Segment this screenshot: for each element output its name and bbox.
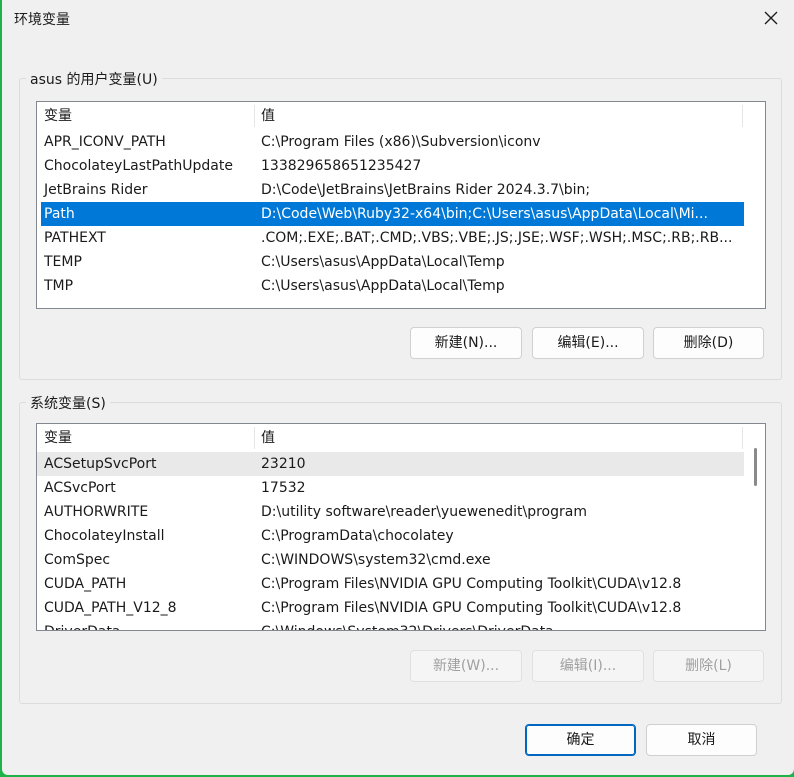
table-row[interactable]: ACSvcPort 17532: [37, 476, 765, 500]
system-edit-button[interactable]: 编辑(I)...: [532, 650, 644, 682]
table-row-selected[interactable]: Path D:\Code\Web\Ruby32-x64\bin;C:\Users\…: [41, 202, 744, 226]
close-button[interactable]: [748, 0, 794, 36]
variable-value: C:\Program Files\NVIDIA GPU Computing To…: [261, 600, 682, 616]
variable-name: DriverData: [44, 620, 121, 630]
table-row[interactable]: ACSetupSvcPort 23210: [37, 452, 744, 476]
column-header-value[interactable]: 值: [254, 102, 742, 130]
user-new-button[interactable]: 新建(N)...: [410, 327, 522, 359]
variable-value: D:\utility software\reader\yuewenedit\pr…: [261, 504, 587, 520]
variable-value: D:\Code\Web\Ruby32-x64\bin;C:\Users\asus…: [261, 206, 708, 222]
variable-name: Path: [44, 206, 75, 222]
table-row[interactable]: TMP C:\Users\asus\AppData\Local\Temp: [37, 274, 765, 298]
table-row[interactable]: JetBrains Rider D:\Code\JetBrains\JetBrai…: [37, 178, 765, 202]
column-header-name[interactable]: 变量: [37, 102, 254, 130]
window-title: 环境变量: [14, 12, 70, 28]
cancel-button[interactable]: 取消: [646, 724, 757, 756]
variable-name: ACSvcPort: [44, 480, 116, 496]
variable-value: D:\Code\JetBrains\JetBrains Rider 2024.3…: [261, 182, 591, 198]
vertical-scrollbar[interactable]: [747, 424, 765, 630]
table-row[interactable]: ChocolateyInstall C:\ProgramData\chocolat…: [37, 524, 765, 548]
column-header-name[interactable]: 变量: [37, 424, 254, 452]
variable-value: C:\ProgramData\chocolatey: [261, 528, 454, 544]
table-row[interactable]: TEMP C:\Users\asus\AppData\Local\Temp: [37, 250, 765, 274]
table-row[interactable]: APR_ICONV_PATH C:\Program Files (x86)\Sub…: [37, 130, 765, 154]
table-row[interactable]: CUDA_PATH C:\Program Files\NVIDIA GPU Com…: [37, 572, 765, 596]
variable-name: CUDA_PATH_V12_8: [44, 600, 177, 616]
variable-value: C:\Program Files (x86)\Subversion\iconv: [261, 134, 541, 150]
environment-variables-dialog: 环境变量 asus 的用户变量(U) 变量 值 APR_ICONV_PATH C:…: [2, 0, 794, 775]
variable-name: ChocolateyInstall: [44, 528, 165, 544]
scrollbar-thumb[interactable]: [754, 448, 757, 486]
variable-name: ChocolateyLastPathUpdate: [44, 158, 233, 174]
close-icon: [764, 11, 778, 25]
table-row[interactable]: PATHEXT .COM;.EXE;.BAT;.CMD;.VBS;.VBE;.JS…: [37, 226, 765, 250]
variable-value: 17532: [261, 480, 306, 496]
variable-value: 133829658651235427: [261, 158, 422, 174]
variable-value: C:\Users\asus\AppData\Local\Temp: [261, 254, 505, 270]
variable-name: ACSetupSvcPort: [44, 456, 157, 472]
variable-value: 23210: [261, 456, 306, 472]
system-variables-label: 系统变量(S): [26, 393, 110, 413]
variable-name: JetBrains Rider: [44, 182, 148, 198]
system-new-button[interactable]: 新建(W)...: [410, 650, 522, 682]
variable-value: .COM;.EXE;.BAT;.CMD;.VBS;.VBE;.JS;.JSE;.…: [261, 230, 733, 246]
list-header: 变量 值: [37, 424, 765, 452]
variable-name: PATHEXT: [44, 230, 106, 246]
variable-name: APR_ICONV_PATH: [44, 134, 166, 150]
table-row[interactable]: ComSpec C:\WINDOWS\system32\cmd.exe: [37, 548, 765, 572]
system-variables-list[interactable]: 变量 值 ACSetupSvcPort 23210 ACSvcPort 17532 …: [36, 423, 766, 631]
variable-value: C:\Program Files\NVIDIA GPU Computing To…: [261, 576, 682, 592]
table-row[interactable]: DriverData C:\Windows\System32\Drivers\Dr…: [37, 620, 765, 630]
variable-name: ComSpec: [44, 552, 111, 568]
variable-name: AUTHORWRITE: [44, 504, 149, 520]
ok-button[interactable]: 确定: [525, 724, 636, 756]
variable-name: TEMP: [44, 254, 82, 270]
table-row[interactable]: ChocolateyLastPathUpdate 1338296586512354…: [37, 154, 765, 178]
user-edit-button[interactable]: 编辑(E)...: [532, 327, 644, 359]
variable-name: TMP: [44, 278, 74, 294]
table-row[interactable]: AUTHORWRITE D:\utility software\reader\yu…: [37, 500, 765, 524]
table-row[interactable]: CUDA_PATH_V12_8 C:\Program Files\NVIDIA G…: [37, 596, 765, 620]
column-header-value[interactable]: 值: [254, 424, 742, 452]
user-delete-button[interactable]: 删除(D): [653, 327, 764, 359]
variable-name: CUDA_PATH: [44, 576, 127, 592]
variable-value: C:\Users\asus\AppData\Local\Temp: [261, 278, 505, 294]
title-bar: 环境变量: [2, 0, 794, 36]
variable-value: C:\WINDOWS\system32\cmd.exe: [261, 552, 491, 568]
variable-value: C:\Windows\System32\Drivers\DriverData: [261, 620, 743, 630]
user-variables-label: asus 的用户变量(U): [26, 69, 162, 89]
system-delete-button[interactable]: 删除(L): [653, 650, 764, 682]
user-variables-list[interactable]: 变量 值 APR_ICONV_PATH C:\Program Files (x86…: [36, 101, 766, 309]
list-header: 变量 值: [37, 102, 765, 130]
